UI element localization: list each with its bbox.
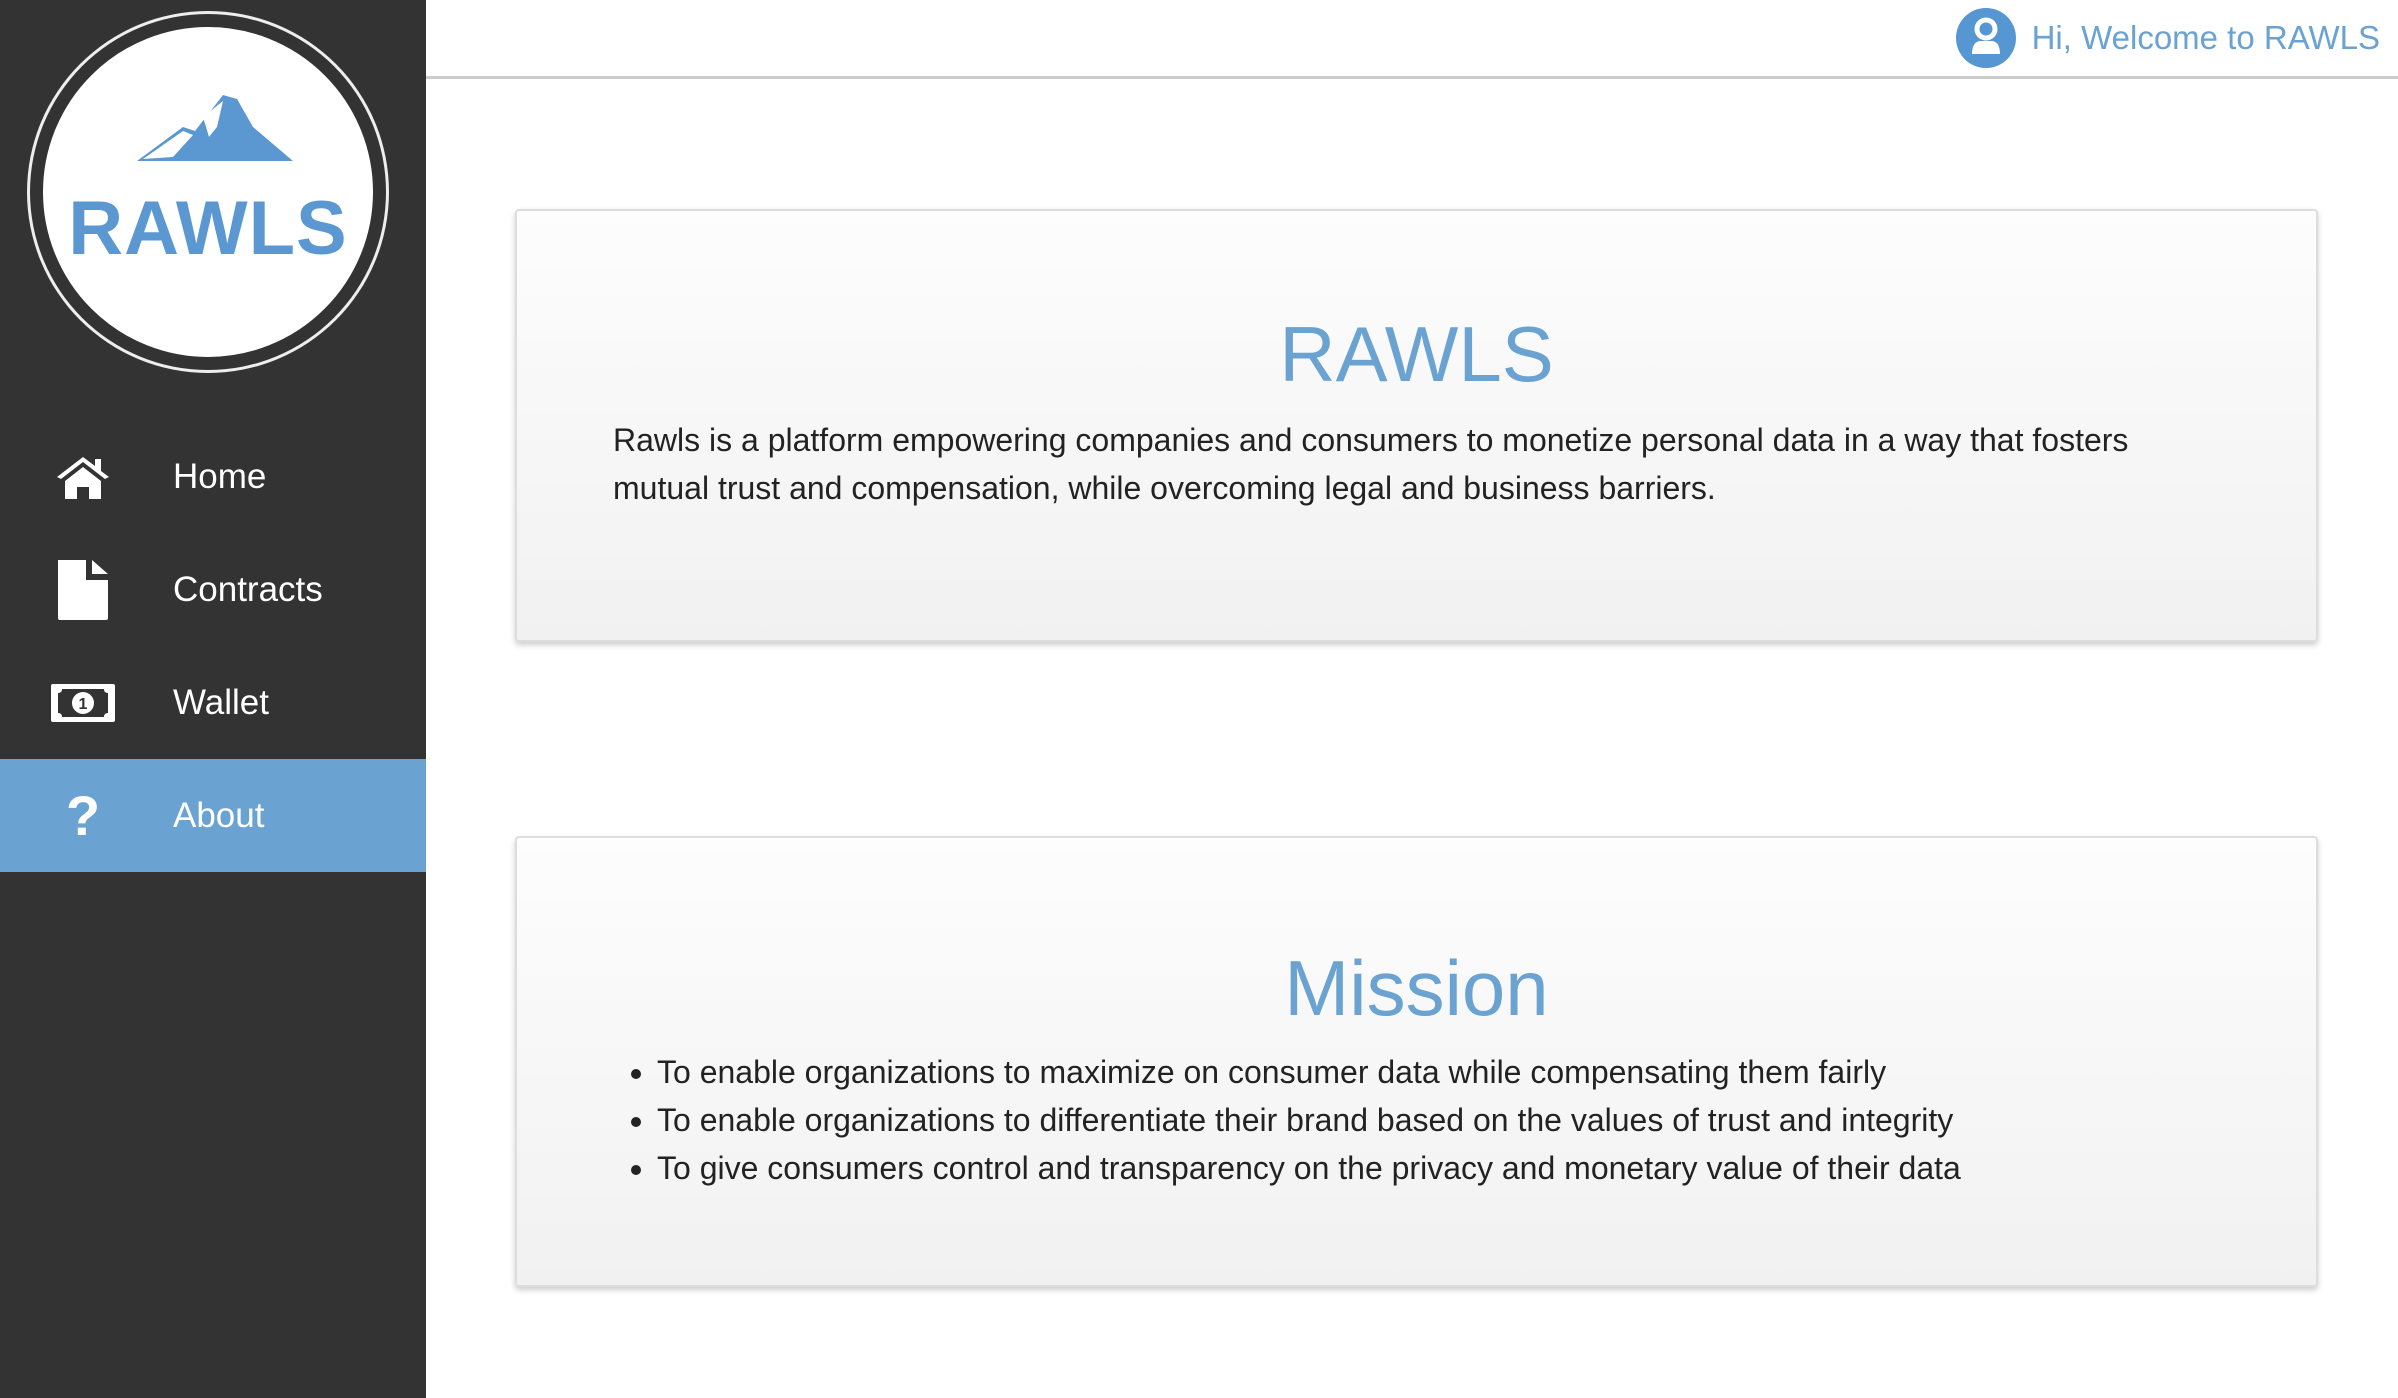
sidebar-item-about[interactable]: ? About	[0, 759, 426, 872]
user-welcome[interactable]: Hi, Welcome to RAWLS	[1955, 8, 2380, 68]
sidebar-item-contracts[interactable]: Contracts	[0, 533, 426, 646]
home-icon	[38, 453, 128, 501]
file-icon	[38, 558, 128, 622]
about-title: RAWLS	[1279, 310, 1554, 398]
welcome-text: Hi, Welcome to RAWLS	[2031, 19, 2380, 56]
about-card: RAWLS Rawls is a platform empowering com…	[515, 209, 2318, 642]
top-header: Hi, Welcome to RAWLS	[426, 0, 2398, 79]
sidebar-item-label: Contracts	[173, 569, 323, 609]
money-bill-icon: 1	[38, 683, 128, 723]
rawls-logo[interactable]: RAWLS	[36, 20, 380, 364]
about-description: Rawls is a platform empowering companies…	[613, 422, 2129, 506]
mission-card: Mission To enable organizations to maxim…	[515, 836, 2318, 1287]
sidebar-item-wallet[interactable]: 1 Wallet	[0, 646, 426, 759]
sidebar-item-home[interactable]: Home	[0, 420, 426, 533]
question-icon: ?	[65, 784, 101, 847]
sidebar-item-label: Wallet	[173, 682, 269, 722]
sidebar-item-label: Home	[173, 456, 267, 496]
logo-text: RAWLS	[68, 186, 348, 271]
mission-item: To enable organizations to differentiate…	[657, 1096, 2316, 1144]
mission-item: To give consumers control and transparen…	[657, 1144, 2316, 1192]
mission-title: Mission	[1284, 944, 1549, 1032]
sidebar: RAWLS Home Contracts 1 Wallet ? About	[0, 0, 426, 1398]
mission-item: To enable organizations to maximize on c…	[657, 1048, 2316, 1096]
sidebar-nav: Home Contracts 1 Wallet ? About	[0, 420, 426, 872]
mountain-icon	[137, 95, 293, 161]
svg-text:1: 1	[79, 696, 88, 713]
mission-list: To enable organizations to maximize on c…	[657, 1048, 2316, 1192]
sidebar-item-label: About	[173, 795, 265, 835]
user-circle-icon	[1955, 8, 2016, 68]
